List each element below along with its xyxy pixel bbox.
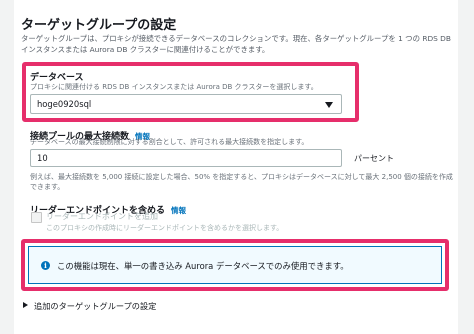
alert-highlight-box [21,239,449,291]
max-connections-example-cont: できます。 [30,183,65,191]
max-connections-unit: パーセント [354,154,394,163]
reader-endpoint-checkbox[interactable] [31,212,42,223]
section-description-cont: インスタンスまたは Aurora DB クラスターに関連付けることができます。 [21,45,270,54]
reader-endpoint-info-link[interactable]: 情報 [171,206,186,215]
max-connections-value: 10 [37,153,48,163]
max-connections-example: 例えば、最大接続数を 5,000 接続に設定した場合、50% を指定すると、プロ… [30,173,453,181]
section-title: ターゲットグループの設定 [21,18,177,33]
reader-endpoint-checkbox-hint: このプロキシの作成時にリーダーエンドポイントを含めるかを選択します。 [46,224,284,232]
additional-settings-label: 追加のターゲットグループの設定 [34,301,157,311]
max-connections-input[interactable]: 10 [30,149,342,167]
max-connections-hint: データベースの最大接続制限に対する割合として、許可される最大接続数を指定します。 [30,138,309,146]
caret-right-icon [23,302,28,308]
section-description: ターゲットグループは、プロキシが接続できるデータベースのコレクションです。現在、… [21,34,451,43]
reader-endpoint-checkbox-label: リーダーエンドポイントを追加 [46,212,158,221]
additional-settings-expander[interactable]: 追加のターゲットグループの設定 [23,300,156,312]
database-highlight-box [22,62,359,122]
